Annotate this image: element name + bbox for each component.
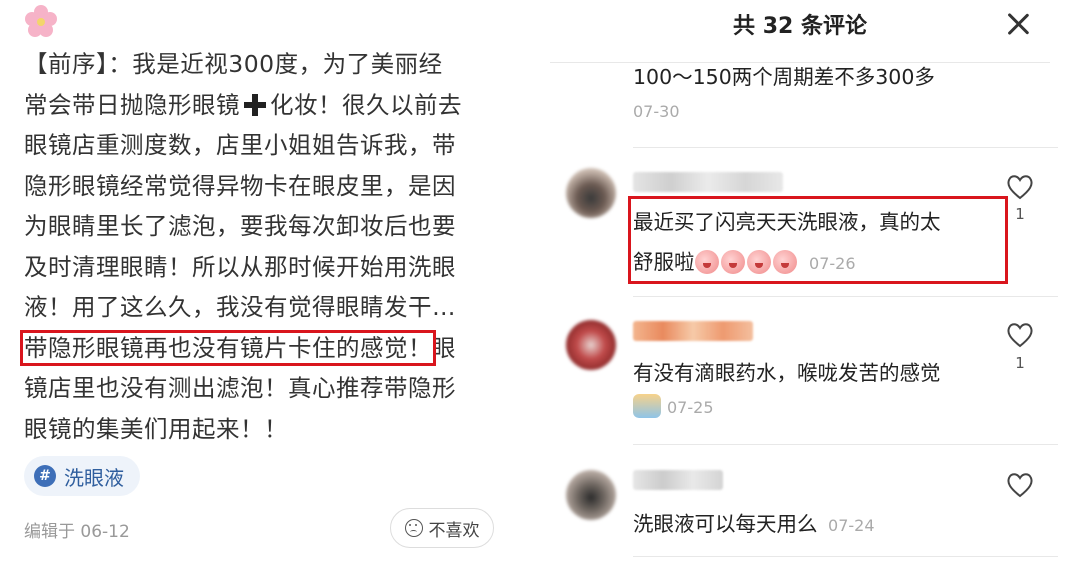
username-blurred[interactable] [633,470,723,490]
username-blurred[interactable] [633,321,753,341]
hashtag-icon: # [34,465,56,487]
post-line: 及时清理眼睛！所以从那时候开始用洗眼 [24,252,456,281]
comment-date: 07-25 [667,398,714,417]
panel-gap [520,0,550,571]
comment-date: 07-24 [828,516,875,535]
post-line: 为眼睛里长了滤泡，要我每次卸妆后也要 [24,212,456,240]
comments-sheet: 共 32 条评论 100～150两个周期差不多300多 07-30 最近买了闪亮… [550,0,1080,571]
sad-face-icon [404,519,423,537]
topic-tag[interactable]: # 洗眼液 [24,456,140,496]
comments-count-title: 共 32 条评论 [733,14,867,39]
post-line: 眼镜店重测度数，店里小姐姐告诉我，带 [24,131,456,159]
heart-icon[interactable] [1005,470,1035,500]
divider [633,444,1058,445]
divider [633,147,1058,148]
post-line: 【前序】：我是近视300度，为了美丽经 [24,50,443,78]
edit-time: 编辑于 06-12 [24,522,130,542]
flower-icon [25,5,57,37]
highlighted-sentence: 带隐形眼镜再也没有镜片卡住的感觉！ [20,329,436,366]
post-panel: 【前序】：我是近视300度，为了美丽经 常会带日抛隐形眼镜 化妆！很久以前去 眼镜… [0,0,520,571]
highlight-box [628,196,1008,284]
post-line: 常会带日抛隐形眼镜 化妆！很久以前去 [24,90,462,119]
dislike-button[interactable]: 不喜欢 [390,508,494,548]
comment-date: 07-30 [633,102,680,121]
like-count: 1 [1015,205,1025,223]
comment-text: 100～150两个周期差不多300多 [633,65,935,89]
plus-icon [244,93,266,116]
like-count: 1 [1015,354,1025,372]
post-line: 镜店里也没有测出滤泡！真心推荐带隐形 [24,374,456,402]
divider [633,556,1058,557]
post-body: 【前序】：我是近视300度，为了美丽经 常会带日抛隐形眼镜 化妆！很久以前去 眼镜… [20,44,502,449]
emoji-icon [633,394,661,418]
avatar[interactable] [566,168,616,218]
comment-text: 有没有滴眼药水，喉咙发苦的感觉 [633,361,941,385]
post-line: 隐形眼镜经常觉得异物卡在眼皮里，是因 [24,171,456,200]
close-icon[interactable] [1006,12,1030,36]
comment-text-row: 洗眼液可以每天用么 07-24 [633,512,875,536]
avatar[interactable] [566,470,616,520]
post-line: 带隐形眼镜再也没有镜片卡住的感觉！眼 [20,329,456,366]
post-line: 眼镜的集美们用起来！！ [24,414,288,443]
divider [633,296,1058,297]
heart-icon[interactable] [1005,172,1035,202]
heart-icon[interactable] [1005,320,1035,350]
topic-tag-label: 洗眼液 [64,465,124,490]
comment-meta: 07-25 [633,394,714,418]
avatar[interactable] [566,320,616,370]
username-blurred[interactable] [633,172,783,192]
dislike-label: 不喜欢 [428,520,480,541]
post-line: 液！用了这么久，我没有觉得眼睛发干… [24,293,456,321]
